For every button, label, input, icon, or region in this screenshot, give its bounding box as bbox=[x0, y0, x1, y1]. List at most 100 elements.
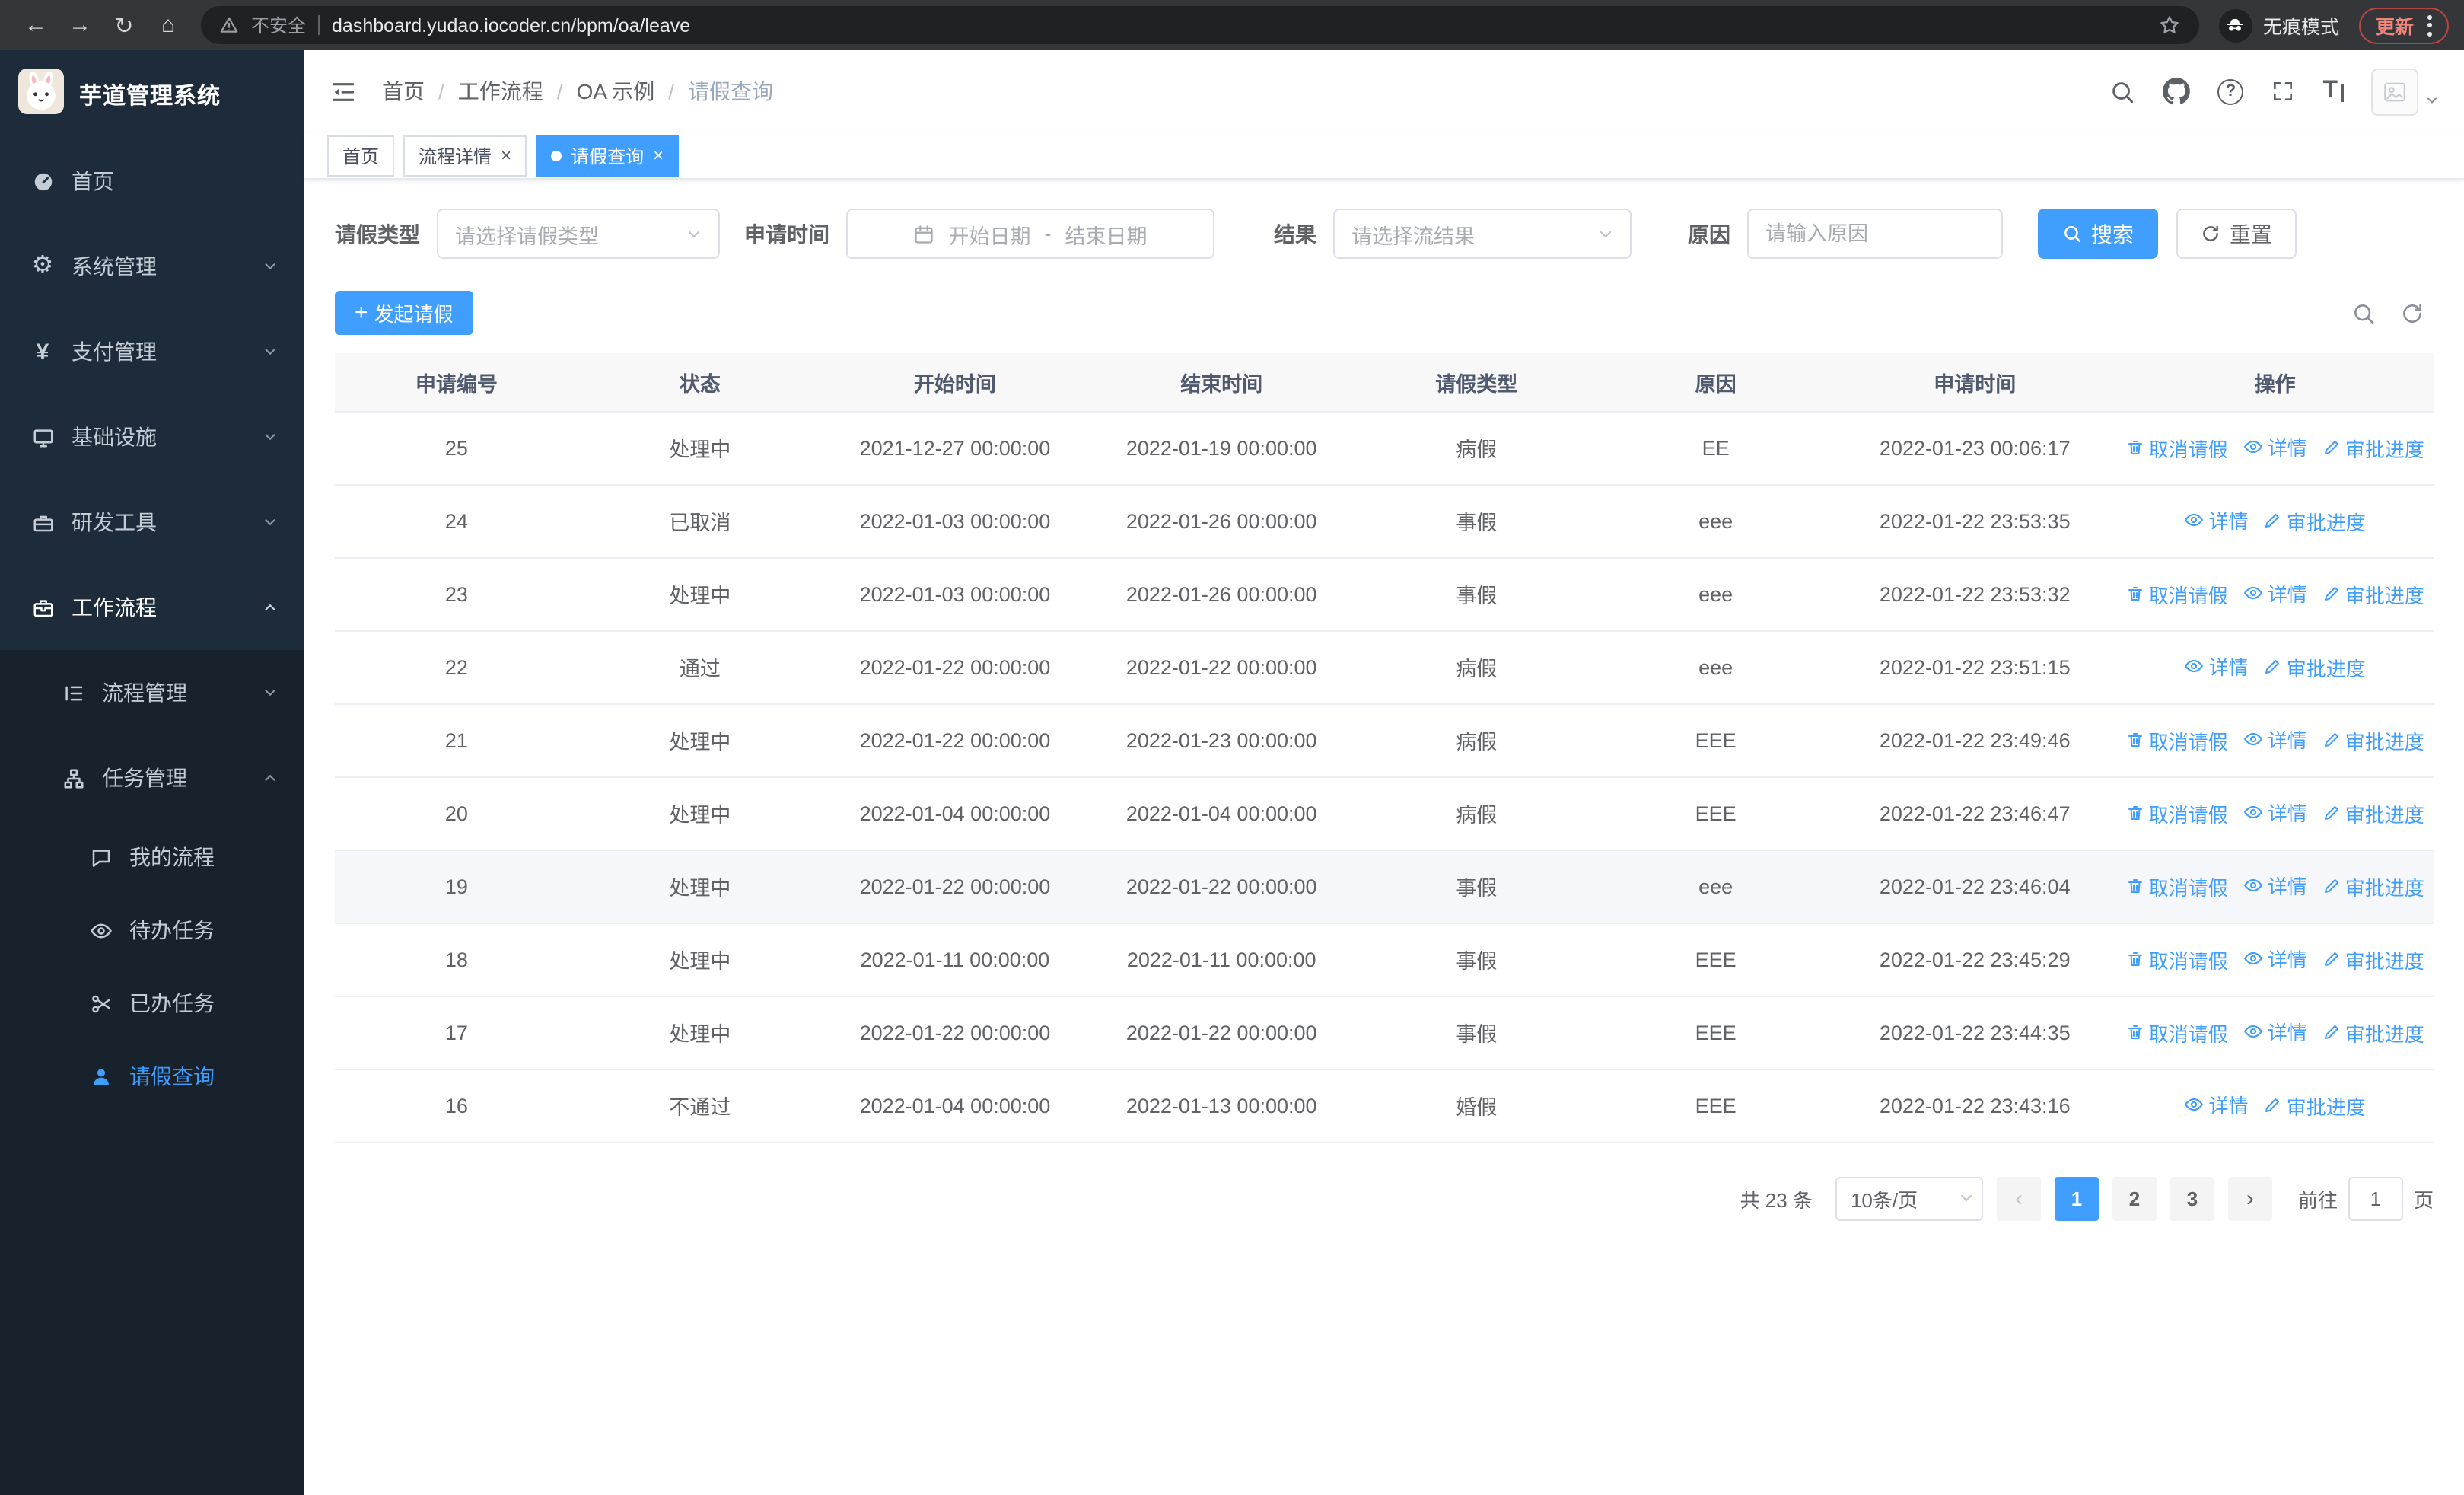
goto-page-input[interactable] bbox=[2348, 1176, 2403, 1220]
font-size-icon[interactable]: T bbox=[2322, 78, 2344, 104]
leave-table-body: 25 处理中 2021-12-27 00:00:00 2022-01-19 00… bbox=[335, 411, 2434, 1143]
sidebar-item-system-management[interactable]: ⚙ 系统管理 bbox=[0, 224, 304, 309]
table-row[interactable]: 22 通过 2022-01-22 00:00:00 2022-01-22 00:… bbox=[335, 630, 2434, 704]
browser-update-button[interactable]: 更新 bbox=[2358, 7, 2449, 43]
action-progress-link[interactable]: 审批进度 bbox=[2322, 945, 2424, 974]
page-button-1[interactable]: 1 bbox=[2054, 1176, 2099, 1220]
action-cancel-link[interactable]: 取消请假 bbox=[2126, 726, 2228, 755]
action-detail-link[interactable]: 详情 bbox=[2185, 652, 2249, 681]
page-button-2[interactable]: 2 bbox=[2112, 1176, 2157, 1220]
close-icon[interactable]: × bbox=[501, 146, 511, 164]
table-row[interactable]: 20 处理中 2022-01-04 00:00:00 2022-01-04 00… bbox=[335, 776, 2434, 850]
table-row[interactable]: 17 处理中 2022-01-22 00:00:00 2022-01-22 00… bbox=[335, 996, 2434, 1069]
tab-process-detail[interactable]: 流程详情 × bbox=[403, 135, 527, 176]
bookmark-star-icon[interactable] bbox=[2158, 14, 2181, 37]
sidebar-item-leave-query[interactable]: 请假查询 bbox=[0, 1040, 304, 1113]
sidebar-item-done-tasks[interactable]: 已办任务 bbox=[0, 967, 304, 1040]
browser-forward-button[interactable]: → bbox=[59, 5, 100, 46]
sidebar-item-my-process[interactable]: 我的流程 bbox=[0, 821, 304, 894]
action-detail-link[interactable]: 详情 bbox=[2243, 872, 2307, 901]
create-leave-button[interactable]: + 发起请假 bbox=[335, 291, 473, 335]
apply-time-range-picker[interactable]: 开始日期 - 结束日期 bbox=[846, 209, 1214, 259]
action-cancel-link[interactable]: 取消请假 bbox=[2126, 580, 2228, 609]
leave-type-select[interactable]: 请选择请假类型 bbox=[437, 209, 720, 259]
close-icon[interactable]: × bbox=[653, 146, 664, 164]
table-row[interactable]: 19 处理中 2022-01-22 00:00:00 2022-01-22 00… bbox=[335, 850, 2434, 923]
security-label[interactable]: 不安全 bbox=[251, 12, 306, 38]
breadcrumb-workflow[interactable]: 工作流程 bbox=[458, 76, 543, 107]
url-text[interactable]: dashboard.yudao.iocoder.cn/bpm/oa/leave bbox=[332, 14, 690, 36]
sidebar-item-payment-management[interactable]: ¥ 支付管理 bbox=[0, 309, 304, 394]
action-progress-link[interactable]: 审批进度 bbox=[2322, 434, 2424, 463]
action-detail-link[interactable]: 详情 bbox=[2243, 725, 2307, 754]
github-icon[interactable] bbox=[2163, 78, 2191, 105]
table-row[interactable]: 25 处理中 2021-12-27 00:00:00 2022-01-19 00… bbox=[335, 411, 2434, 485]
table-row[interactable]: 18 处理中 2022-01-11 00:00:00 2022-01-11 00… bbox=[335, 923, 2434, 996]
action-detail-link[interactable]: 详情 bbox=[2185, 1091, 2249, 1120]
action-cancel-link[interactable]: 取消请假 bbox=[2126, 1018, 2228, 1047]
action-detail-link[interactable]: 详情 bbox=[2243, 433, 2307, 462]
action-progress-link[interactable]: 审批进度 bbox=[2322, 1018, 2424, 1047]
table-row[interactable]: 23 处理中 2022-01-03 00:00:00 2022-01-26 00… bbox=[335, 557, 2434, 631]
action-progress-link[interactable]: 审批进度 bbox=[2322, 726, 2424, 755]
reset-button[interactable]: 重置 bbox=[2176, 209, 2297, 259]
result-select[interactable]: 请选择流结果 bbox=[1333, 209, 1632, 259]
cell-end-time: 2022-01-13 00:00:00 bbox=[1088, 1069, 1355, 1143]
search-button[interactable]: 搜索 bbox=[2038, 209, 2158, 259]
action-detail-link[interactable]: 详情 bbox=[2185, 506, 2249, 535]
breadcrumb-oa-example[interactable]: OA 示例 bbox=[577, 76, 655, 107]
cell-end-time: 2022-01-19 00:00:00 bbox=[1088, 411, 1355, 485]
browser-reload-button[interactable]: ↻ bbox=[103, 5, 145, 46]
action-progress-link[interactable]: 审批进度 bbox=[2264, 653, 2366, 682]
toggle-search-icon[interactable] bbox=[2351, 301, 2376, 325]
cell-actions: 取消请假 详情 审批进度 bbox=[2116, 776, 2434, 850]
action-detail-link[interactable]: 详情 bbox=[2243, 945, 2307, 974]
sidebar-item-todo-tasks[interactable]: 待办任务 bbox=[0, 894, 304, 967]
cell-apply-id: 17 bbox=[335, 996, 578, 1069]
action-progress-link[interactable]: 审批进度 bbox=[2322, 799, 2424, 828]
action-cancel-link[interactable]: 取消请假 bbox=[2126, 945, 2228, 974]
action-progress-link[interactable]: 审批进度 bbox=[2264, 507, 2366, 536]
help-icon[interactable]: ? bbox=[2217, 78, 2244, 104]
action-detail-link[interactable]: 详情 bbox=[2243, 799, 2307, 827]
sidebar-item-home[interactable]: 首页 bbox=[0, 139, 304, 224]
browser-menu-icon[interactable] bbox=[2427, 14, 2432, 36]
action-progress-link[interactable]: 审批进度 bbox=[2322, 580, 2424, 609]
user-menu[interactable] bbox=[2371, 68, 2440, 115]
reason-input[interactable] bbox=[1765, 222, 1985, 245]
fullscreen-icon[interactable] bbox=[2271, 79, 2295, 104]
refresh-icon[interactable] bbox=[2400, 301, 2424, 325]
browser-home-button[interactable]: ⌂ bbox=[148, 5, 189, 46]
action-detail-link[interactable]: 详情 bbox=[2243, 1018, 2307, 1047]
action-progress-link[interactable]: 审批进度 bbox=[2264, 1092, 2366, 1120]
tab-home[interactable]: 首页 bbox=[327, 135, 395, 176]
action-detail-link[interactable]: 详情 bbox=[2243, 579, 2307, 608]
page-button-3[interactable]: 3 bbox=[2170, 1176, 2214, 1220]
action-cancel-link[interactable]: 取消请假 bbox=[2126, 872, 2228, 901]
app-logo[interactable]: 芋道管理系统 bbox=[0, 50, 304, 139]
sidebar-item-task-management[interactable]: 任务管理 bbox=[0, 735, 304, 821]
sidebar-collapse-button[interactable] bbox=[329, 77, 358, 106]
table-row[interactable]: 21 处理中 2022-01-22 00:00:00 2022-01-23 00… bbox=[335, 703, 2434, 777]
page-size-select[interactable]: 10条/页 bbox=[1835, 1176, 1983, 1220]
browser-back-button[interactable]: ← bbox=[15, 5, 56, 46]
action-progress-link[interactable]: 审批进度 bbox=[2322, 872, 2424, 901]
breadcrumb-home[interactable]: 首页 bbox=[382, 76, 425, 107]
chevron-down-icon bbox=[1597, 225, 1615, 243]
table-row[interactable]: 16 不通过 2022-01-04 00:00:00 2022-01-13 00… bbox=[335, 1069, 2434, 1143]
sidebar-item-dev-tools[interactable]: 研发工具 bbox=[0, 480, 304, 565]
avatar[interactable] bbox=[2371, 68, 2418, 115]
tab-leave-query[interactable]: 请假查询 × bbox=[536, 135, 680, 176]
search-icon[interactable] bbox=[2109, 78, 2135, 104]
sidebar-item-process-management[interactable]: 流程管理 bbox=[0, 650, 304, 735]
update-label[interactable]: 更新 bbox=[2376, 11, 2414, 40]
next-page-button[interactable]: › bbox=[2227, 1176, 2272, 1220]
reason-input-box[interactable] bbox=[1747, 209, 2003, 259]
table-row[interactable]: 24 已取消 2022-01-03 00:00:00 2022-01-26 00… bbox=[335, 484, 2434, 558]
action-cancel-link[interactable]: 取消请假 bbox=[2126, 799, 2228, 828]
sidebar-item-workflow[interactable]: 工作流程 bbox=[0, 565, 304, 650]
prev-page-button[interactable]: ‹ bbox=[1996, 1176, 2041, 1220]
sidebar-item-infrastructure[interactable]: 基础设施 bbox=[0, 394, 304, 480]
address-bar[interactable]: 不安全 dashboard.yudao.iocoder.cn/bpm/oa/le… bbox=[201, 6, 2199, 44]
action-cancel-link[interactable]: 取消请假 bbox=[2126, 434, 2228, 463]
